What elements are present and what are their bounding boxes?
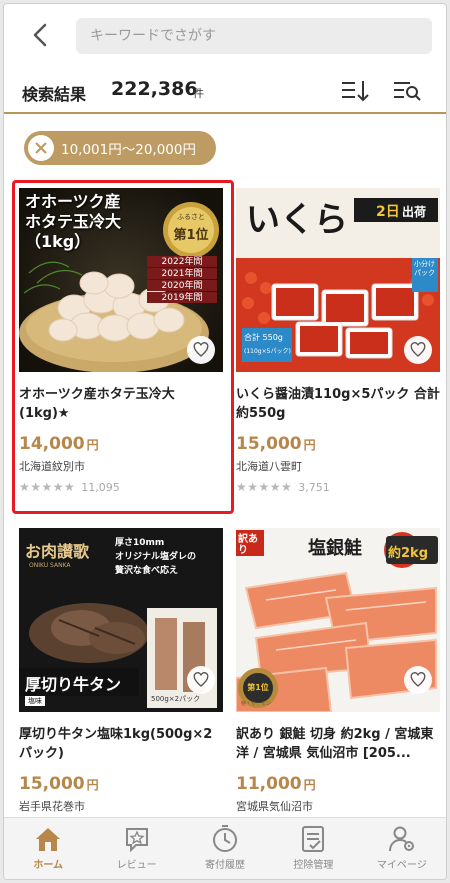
- heart-icon: [410, 342, 426, 357]
- image-caption-big: いくら: [246, 200, 348, 240]
- product-price: 11,000 円: [236, 774, 440, 794]
- sort-icon: [342, 81, 369, 102]
- sort-button[interactable]: [340, 78, 370, 104]
- result-unit: 件: [193, 87, 204, 100]
- image-product-name: 塩銀鮭: [308, 538, 362, 559]
- price-filter-chip[interactable]: 10,001円～20,000円: [24, 131, 216, 165]
- chevron-left-icon: [33, 23, 47, 47]
- tab-home[interactable]: ホーム: [4, 818, 92, 879]
- price-unit: 円: [303, 778, 316, 792]
- result-summary: 検索結果 222,386 件: [4, 66, 446, 114]
- remove-filter-button[interactable]: [28, 135, 54, 161]
- price-value: 15,000: [236, 434, 302, 454]
- image-pack-text: 500g×2パック: [151, 695, 201, 703]
- history-icon: [213, 825, 238, 852]
- heart-icon: [410, 672, 426, 687]
- image-medal-sub: 鮭・サーモン: [241, 701, 272, 707]
- star-rating-icon: ★★★★★: [236, 480, 293, 494]
- app-screen: 検索結果 222,386 件: [3, 3, 447, 880]
- tax-deduction-icon: [302, 826, 325, 852]
- image-wake-label: 訳あり: [238, 534, 258, 556]
- tab-label: レビュー: [116, 860, 157, 871]
- tab-label: 控除管理: [293, 860, 334, 871]
- home-icon: [36, 828, 61, 851]
- filter-chip-label: 10,001円～20,000円: [61, 142, 196, 158]
- image-desc: 贅沢な食べ応え: [115, 566, 179, 576]
- image-caption-ship: 出荷: [402, 205, 427, 219]
- favorite-button[interactable]: [404, 336, 432, 364]
- heart-icon: [193, 672, 209, 687]
- product-card[interactable]: 訳あり 塩銀鮭 約2kg 第1位 鮭・サーモン 訳あり 銀鮭 切身 約2kg /…: [236, 528, 440, 814]
- filter-search-button[interactable]: [392, 78, 422, 104]
- tab-mypage[interactable]: マイページ: [358, 818, 446, 879]
- product-title[interactable]: いくら醤油漬110g×5パック 合計約550g: [236, 386, 440, 424]
- image-desc: オリジナル塩ダレの: [115, 552, 197, 562]
- price-value: 11,000: [236, 774, 302, 794]
- product-price: 15,000 円: [236, 434, 440, 454]
- back-button[interactable]: [26, 20, 56, 50]
- product-municipality: 北海道八雲町: [236, 460, 302, 473]
- favorite-button[interactable]: [404, 666, 432, 694]
- review-count: 3,751: [298, 480, 330, 494]
- top-bar: [4, 4, 446, 66]
- product-title[interactable]: 厚切り牛タン塩味1kg(500g×2パック): [19, 726, 223, 764]
- image-flavor-tag: 塩味: [25, 696, 45, 706]
- favorite-button[interactable]: [187, 666, 215, 694]
- bottom-tab-bar: ホーム レビュー 寄付履歴 控除管理 マイページ: [4, 817, 446, 879]
- product-image[interactable]: いくら 2日 出荷 小分けパック 合計 550g (110g×5パック): [236, 188, 440, 372]
- tab-label: 寄付履歴: [205, 860, 246, 871]
- image-caption-total: 合計 550g: [244, 333, 283, 342]
- product-image[interactable]: お肉讃歌 ONIKU SANKA 厚さ10mm オリジナル塩ダレの 贅沢な食べ応…: [19, 528, 223, 712]
- product-card[interactable]: お肉讃歌 ONIKU SANKA 厚さ10mm オリジナル塩ダレの 贅沢な食べ応…: [19, 528, 223, 814]
- image-caption-pack: (110g×5パック): [244, 348, 291, 355]
- image-caption-sub: 小分けパック: [414, 260, 435, 277]
- tab-label: マイページ: [376, 860, 427, 871]
- review-icon: [125, 828, 148, 853]
- image-brand-en: ONIKU SANKA: [29, 562, 71, 569]
- image-weight: 約2kg: [388, 546, 428, 561]
- search-input[interactable]: [76, 18, 432, 54]
- tab-donation-history[interactable]: 寄付履歴: [181, 818, 269, 879]
- image-brand: お肉讃歌: [25, 542, 90, 561]
- product-municipality: 岩手県花巻市: [19, 800, 85, 813]
- tab-label: ホーム: [33, 860, 64, 871]
- image-main-caption: 厚切り牛タン: [25, 675, 122, 694]
- result-label: 検索結果: [22, 85, 87, 104]
- price-unit: 円: [303, 438, 316, 452]
- product-price: 15,000 円: [19, 774, 223, 794]
- price-unit: 円: [86, 778, 99, 792]
- product-municipality: 宮城県気仙沼市: [236, 800, 313, 813]
- image-medal: 第1位: [247, 683, 269, 692]
- price-value: 15,000: [19, 774, 85, 794]
- highlight-frame: [12, 180, 234, 514]
- product-card[interactable]: いくら 2日 出荷 小分けパック 合計 550g (110g×5パック) いくら…: [236, 188, 440, 494]
- product-rating: ★★★★★ 3,751: [236, 480, 440, 494]
- product-title[interactable]: 訳あり 銀鮭 切身 約2kg / 宮城東洋 / 宮城県 気仙沼市 [205...: [236, 726, 440, 764]
- mypage-icon: [388, 826, 414, 852]
- filter-search-icon: [394, 82, 421, 101]
- image-caption-days: 2日: [376, 204, 400, 220]
- result-count: 222,386: [111, 78, 198, 100]
- product-image[interactable]: 訳あり 塩銀鮭 約2kg 第1位 鮭・サーモン: [236, 528, 440, 712]
- close-icon: [35, 142, 47, 154]
- image-desc: 厚さ10mm: [115, 538, 165, 548]
- tab-review[interactable]: レビュー: [92, 818, 180, 879]
- tab-tax-deduction[interactable]: 控除管理: [269, 818, 357, 879]
